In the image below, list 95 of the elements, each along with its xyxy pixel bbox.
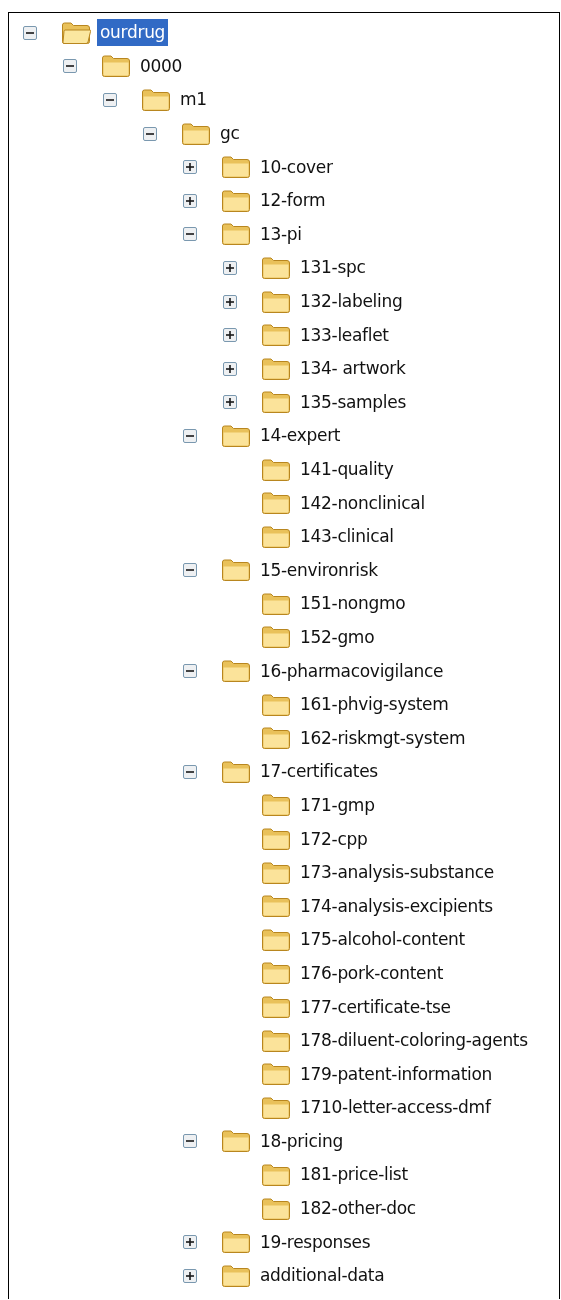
folder-label[interactable]: 13-pi: [257, 220, 305, 248]
folder-label[interactable]: m1: [177, 86, 210, 114]
folder-label[interactable]: 141-quality: [297, 456, 397, 483]
folder-label[interactable]: 135-samples: [297, 388, 409, 416]
folder-icon: [261, 457, 291, 482]
folder-icon: [221, 423, 251, 448]
folder-label[interactable]: 17-certificates: [257, 758, 381, 786]
folder-icon: [261, 927, 291, 952]
folder-icon: [261, 255, 291, 280]
folder-label[interactable]: gc: [217, 120, 243, 148]
folder-label[interactable]: 16-pharmacovigilance: [257, 657, 447, 685]
folder-label[interactable]: 0000: [137, 52, 186, 80]
folder-icon: [221, 1230, 251, 1255]
open-folder-icon: [61, 20, 91, 45]
folder-icon: [261, 860, 291, 885]
folder-label[interactable]: 176-pork-content: [297, 959, 447, 987]
collapse-icon[interactable]: [183, 664, 197, 679]
folder-icon: [101, 54, 131, 79]
folder-icon: [141, 88, 171, 112]
collapse-icon[interactable]: [143, 126, 157, 141]
folder-icon: [221, 558, 251, 583]
expand-icon[interactable]: [223, 328, 237, 343]
folder-icon: [261, 1095, 291, 1120]
folder-icon: [221, 1129, 251, 1154]
folder-label[interactable]: 131-spc: [297, 254, 369, 282]
folder-icon: [261, 289, 291, 314]
collapse-icon[interactable]: [103, 93, 117, 107]
folder-icon: [261, 827, 291, 852]
folder-label[interactable]: 173-analysis-substance: [297, 859, 497, 887]
folder-label[interactable]: 10-cover: [257, 153, 336, 181]
folder-label[interactable]: 172-cpp: [297, 825, 371, 853]
folder-label[interactable]: 178-diluent-coloring-agents: [297, 1027, 531, 1055]
folder-label[interactable]: 14-expert: [257, 422, 344, 450]
folder-icon: [261, 625, 291, 650]
folder-label[interactable]: 162-riskmgt-system: [297, 724, 469, 752]
folder-icon: [221, 659, 251, 684]
folder-label[interactable]: 152-gmo: [297, 624, 378, 651]
folder-icon: [221, 759, 251, 784]
folder-label[interactable]: 182-other-doc: [297, 1195, 419, 1223]
folder-icon: [261, 1196, 291, 1221]
folder-icon: [261, 995, 291, 1019]
folder-icon: [261, 323, 291, 348]
collapse-icon[interactable]: [63, 59, 77, 74]
expand-icon[interactable]: [223, 260, 237, 275]
folder-icon: [261, 692, 291, 717]
folder-label[interactable]: 142-nonclinical: [297, 489, 428, 517]
folder-icon: [261, 524, 291, 549]
folder-label[interactable]: 179-patent-information: [297, 1060, 495, 1088]
folder-label[interactable]: 174-analysis-excipients: [297, 892, 496, 920]
folder-icon: [261, 591, 291, 616]
expand-icon[interactable]: [183, 160, 197, 175]
folder-icon: [261, 1028, 291, 1053]
folder-icon: [261, 491, 291, 516]
folder-icon: [221, 222, 251, 247]
folder-label[interactable]: 12-form: [257, 187, 329, 215]
collapse-icon[interactable]: [183, 227, 197, 242]
folder-icon: [221, 1263, 251, 1288]
folder-icon: [221, 188, 251, 213]
folder-label[interactable]: 171-gmp: [297, 791, 378, 819]
folder-label[interactable]: 161-phvig-system: [297, 691, 452, 719]
folder-icon: [261, 726, 291, 751]
folder-label[interactable]: 133-leaflet: [297, 321, 392, 349]
collapse-icon[interactable]: [183, 428, 197, 443]
folder-label[interactable]: 175-alcohol-content: [297, 926, 468, 954]
expand-icon[interactable]: [183, 1235, 197, 1250]
collapse-icon[interactable]: [23, 25, 37, 40]
folder-icon: [261, 961, 291, 986]
folder-label[interactable]: 132-labeling: [297, 288, 406, 316]
folder-icon: [261, 356, 291, 381]
folder-icon: [261, 1163, 291, 1187]
folder-label[interactable]: additional-data: [257, 1262, 388, 1290]
folder-label[interactable]: 143-clinical: [297, 523, 397, 551]
folder-label[interactable]: 151-nongmo: [297, 590, 409, 618]
folder-icon: [181, 121, 211, 146]
folder-label[interactable]: 177-certificate-tse: [297, 993, 454, 1021]
folder-label[interactable]: 19-responses: [257, 1228, 374, 1256]
expand-icon[interactable]: [183, 1268, 197, 1283]
folder-label[interactable]: 1710-letter-access-dmf: [297, 1094, 494, 1122]
folder-icon: [221, 155, 251, 180]
folder-icon: [261, 390, 291, 415]
folder-label[interactable]: 181-price-list: [297, 1161, 411, 1189]
folder-icon: [261, 1062, 291, 1087]
folder-label[interactable]: ourdrug: [97, 19, 169, 47]
collapse-icon[interactable]: [183, 1134, 197, 1149]
folder-icon: [261, 894, 291, 919]
expand-icon[interactable]: [223, 294, 237, 309]
expand-icon[interactable]: [223, 361, 237, 376]
expand-icon[interactable]: [223, 395, 237, 410]
collapse-icon[interactable]: [183, 563, 197, 578]
folder-label[interactable]: 18-pricing: [257, 1127, 346, 1155]
folder-label[interactable]: 15-environrisk: [257, 556, 381, 584]
expand-icon[interactable]: [183, 193, 197, 208]
folder-label[interactable]: 134- artwork: [297, 355, 409, 383]
collapse-icon[interactable]: [183, 764, 197, 779]
folder-icon: [261, 793, 291, 818]
